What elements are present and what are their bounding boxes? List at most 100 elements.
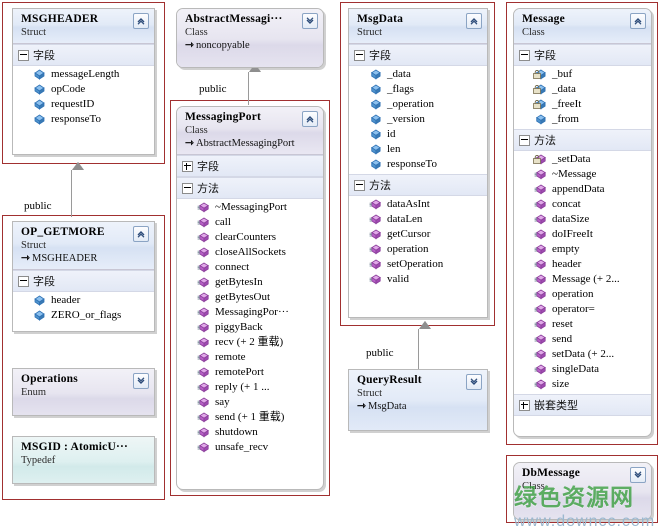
member-row[interactable]: _version: [349, 112, 487, 127]
member-row[interactable]: say: [177, 395, 323, 410]
member-row[interactable]: Message (+ 2...: [514, 272, 651, 287]
member-row[interactable]: closeAllSockets: [177, 245, 323, 260]
class-shape-msgdata[interactable]: MsgData Struct 字段 _data _flags _operation _…: [348, 8, 488, 318]
member-row[interactable]: operation: [349, 242, 487, 257]
member-row[interactable]: MessagingPor···: [177, 305, 323, 320]
collapse-toggle-icon[interactable]: [354, 179, 365, 191]
member-row[interactable]: send (+ 1 重载): [177, 410, 323, 425]
member-row[interactable]: dataLen: [349, 212, 487, 227]
member-row[interactable]: unsafe_recv: [177, 440, 323, 455]
member-row[interactable]: getCursor: [349, 227, 487, 242]
member-row[interactable]: id: [349, 127, 487, 142]
compartment-header[interactable]: 字段: [514, 44, 651, 66]
member-row[interactable]: dataSize: [514, 212, 651, 227]
collapse-up-icon[interactable]: [302, 111, 318, 127]
expand-toggle-icon[interactable]: [519, 399, 530, 411]
collapse-toggle-icon[interactable]: [519, 49, 530, 61]
class-shape-messaging-port[interactable]: MessagingPort Class ⇾ AbstractMessagingPo…: [176, 106, 324, 490]
member-row[interactable]: len: [349, 142, 487, 157]
member-row[interactable]: reset: [514, 317, 651, 332]
member-row[interactable]: size: [514, 377, 651, 392]
member-row[interactable]: messageLength: [13, 67, 154, 82]
member-row[interactable]: singleData: [514, 362, 651, 377]
class-shape-abstract-messaging[interactable]: AbstractMessagi··· Class ⇾ noncopyable: [176, 8, 324, 68]
compartment-header[interactable]: 嵌套类型: [514, 394, 651, 416]
member-row[interactable]: ZERO_or_flags: [13, 308, 154, 323]
member-row[interactable]: operator=: [514, 302, 651, 317]
member-row[interactable]: piggyBack: [177, 320, 323, 335]
member-row[interactable]: doIFreeIt: [514, 227, 651, 242]
member-row[interactable]: requestID: [13, 97, 154, 112]
class-shape-operations[interactable]: Operations Enum: [12, 368, 155, 416]
member-row[interactable]: ~Message: [514, 167, 651, 182]
class-shape-message[interactable]: Message Class 字段 _buf _data _freeIt _from 方…: [513, 8, 652, 437]
member-row[interactable]: send: [514, 332, 651, 347]
member-name: empty: [552, 243, 580, 255]
expand-down-icon[interactable]: [630, 467, 646, 483]
collapse-up-icon[interactable]: [466, 13, 482, 29]
member-row[interactable]: _operation: [349, 97, 487, 112]
collapse-toggle-icon[interactable]: [18, 49, 29, 61]
member-row[interactable]: getBytesOut: [177, 290, 323, 305]
compartment-label: 字段: [33, 275, 55, 288]
compartment-header[interactable]: 字段: [13, 270, 154, 292]
member-row[interactable]: empty: [514, 242, 651, 257]
member-row[interactable]: opCode: [13, 82, 154, 97]
class-shape-msgid[interactable]: MSGID : AtomicU··· Typedef: [12, 436, 155, 484]
member-row[interactable]: dataAsInt: [349, 197, 487, 212]
inherit-arrow-icon: ⇾: [185, 138, 194, 149]
compartment-header[interactable]: 字段: [349, 44, 487, 66]
compartment-header[interactable]: 方法: [177, 177, 323, 199]
member-row[interactable]: concat: [514, 197, 651, 212]
collapse-up-icon[interactable]: [133, 226, 149, 242]
method-icon: [197, 366, 210, 379]
member-row[interactable]: recv (+ 2 重载): [177, 335, 323, 350]
expand-down-icon[interactable]: [466, 374, 482, 390]
collapse-toggle-icon[interactable]: [182, 182, 193, 194]
collapse-up-icon[interactable]: [630, 13, 646, 29]
member-row[interactable]: _freeIt: [514, 97, 651, 112]
compartment-header[interactable]: 字段: [177, 155, 323, 177]
compartment-header[interactable]: 字段: [13, 44, 154, 66]
member-row[interactable]: _from: [514, 112, 651, 127]
class-shape-queryresult[interactable]: QueryResult Struct ⇾ MsgData: [348, 369, 488, 431]
member-row[interactable]: operation: [514, 287, 651, 302]
member-row[interactable]: call: [177, 215, 323, 230]
compartment-label: 方法: [534, 134, 556, 147]
class-shape-msgheader[interactable]: MSGHEADER Struct 字段 messageLength opCode…: [12, 8, 155, 155]
collapse-toggle-icon[interactable]: [519, 134, 530, 146]
compartment-header[interactable]: 方法: [514, 129, 651, 151]
member-row[interactable]: _setData: [514, 152, 651, 167]
member-name: call: [215, 216, 231, 228]
member-row[interactable]: _flags: [349, 82, 487, 97]
member-row[interactable]: remote: [177, 350, 323, 365]
compartment-header[interactable]: 方法: [349, 174, 487, 196]
member-row[interactable]: setData (+ 2...: [514, 347, 651, 362]
member-row[interactable]: _data: [514, 82, 651, 97]
member-row[interactable]: shutdown: [177, 425, 323, 440]
expand-toggle-icon[interactable]: [182, 160, 193, 172]
member-row[interactable]: ~MessagingPort: [177, 200, 323, 215]
member-row[interactable]: setOperation: [349, 257, 487, 272]
expand-down-icon[interactable]: [302, 13, 318, 29]
member-row[interactable]: _data: [349, 67, 487, 82]
member-row[interactable]: _buf: [514, 67, 651, 82]
class-shape-dbmessage[interactable]: DbMessage Class: [513, 462, 652, 520]
member-row[interactable]: responseTo: [13, 112, 154, 127]
class-diagram-canvas[interactable]: public public public MSGHEADER Struct 字段…: [0, 0, 662, 530]
member-row[interactable]: appendData: [514, 182, 651, 197]
class-shape-op-getmore[interactable]: OP_GETMORE Struct ⇾ MSGHEADER 字段 header Z…: [12, 221, 155, 332]
member-row[interactable]: header: [13, 293, 154, 308]
member-row[interactable]: getBytesIn: [177, 275, 323, 290]
member-row[interactable]: reply (+ 1 ...: [177, 380, 323, 395]
collapse-toggle-icon[interactable]: [18, 275, 29, 287]
collapse-toggle-icon[interactable]: [354, 49, 365, 61]
member-row[interactable]: remotePort: [177, 365, 323, 380]
member-row[interactable]: valid: [349, 272, 487, 287]
member-row[interactable]: header: [514, 257, 651, 272]
expand-down-icon[interactable]: [133, 373, 149, 389]
collapse-up-icon[interactable]: [133, 13, 149, 29]
member-row[interactable]: clearCounters: [177, 230, 323, 245]
member-row[interactable]: responseTo: [349, 157, 487, 172]
member-row[interactable]: connect: [177, 260, 323, 275]
